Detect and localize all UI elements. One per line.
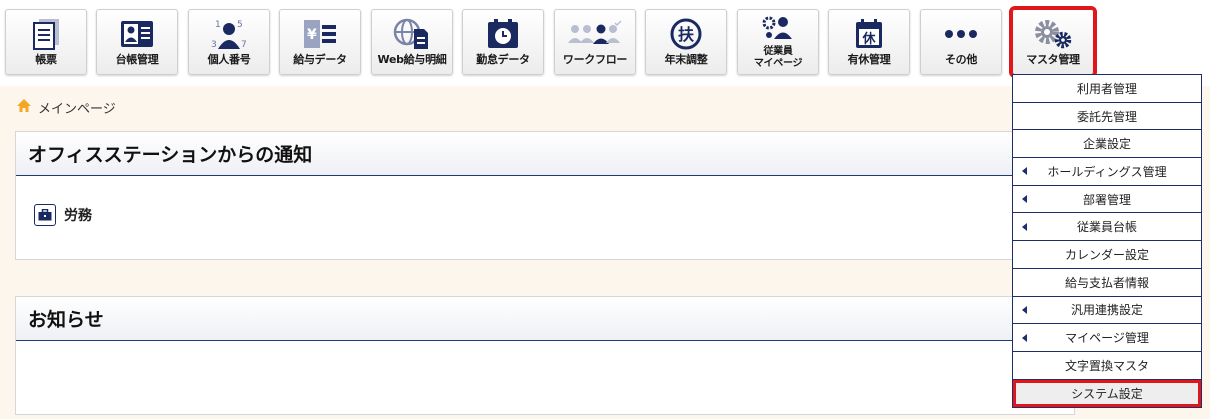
more-dots-icon [921,17,1001,51]
toolbar-button-salary-data[interactable]: ¥ 給与データ [279,9,361,75]
toolbar-button-attendance-data[interactable]: 勤怠データ [462,9,544,75]
toolbar-label: 帳票 [35,53,57,66]
clock-calendar-icon [463,17,543,51]
menu-item-employee-ledger[interactable]: 従業員台帳 [1013,213,1201,242]
breadcrumb-main-page-link[interactable]: メインページ [38,98,116,117]
toolbar-button-other[interactable]: その他 [920,9,1002,75]
toolbar-label: 個人番号 [207,53,251,66]
toolbar-label: 有休管理 [847,53,891,66]
svg-text:休: 休 [861,31,876,47]
svg-text:7: 7 [241,40,247,50]
menu-item-calendar-settings[interactable]: カレンダー設定 [1013,241,1201,269]
category-label: 労務 [64,208,92,224]
toolbar-button-workflow[interactable]: ワークフロー [554,9,636,75]
svg-text:5: 5 [237,20,243,30]
yen-list-icon: ¥ [280,17,360,51]
panel-title: オフィスステーションからの通知 [16,132,1074,176]
panel-title: お知らせ [16,297,1074,341]
svg-text:3: 3 [211,40,217,50]
toolbar-button-personal-number[interactable]: 1 5 3 7 個人番号 [188,9,270,75]
fu-kanji-circle-icon: 扶 [646,17,726,51]
document-list-icon [6,17,86,51]
id-card-icon [97,17,177,51]
menu-item-character-replacement-master[interactable]: 文字置換マスタ [1013,351,1201,380]
menu-item-department-management[interactable]: 部署管理 [1013,185,1201,214]
toolbar-label: 年末調整 [664,53,708,66]
calendar-kyu-icon: 休 [829,17,909,51]
submenu-arrow-icon [1022,222,1027,231]
toolbar-button-web-payslip[interactable]: Web給与明細 [371,9,453,75]
toolbar-button-reports[interactable]: 帳票 [5,9,87,75]
toolbar-label: 勤怠データ [476,53,530,66]
home-icon[interactable] [16,98,32,117]
submenu-arrow-icon [1022,167,1027,176]
menu-item-company-settings[interactable]: 企業設定 [1013,130,1201,159]
toolbar-label: 従業員 マイページ [753,46,803,69]
submenu-arrow-icon [1022,305,1027,314]
menu-item-system-settings[interactable]: システム設定 [1013,379,1201,408]
menu-item-contractor-management[interactable]: 委託先管理 [1013,102,1201,131]
menu-item-mypage-management[interactable]: マイページ管理 [1013,324,1201,352]
menu-item-user-management[interactable]: 利用者管理 [1013,75,1201,103]
globe-document-icon [372,17,452,51]
person-number-icon: 1 5 3 7 [189,17,269,51]
toolbar-button-year-end-adjustment[interactable]: 扶 年末調整 [645,9,727,75]
menu-item-holdings-management[interactable]: ホールディングス管理 [1013,158,1201,186]
svg-text:1: 1 [215,20,221,30]
employee-gear-icon [738,14,818,42]
master-management-menu: 利用者管理 委託先管理 企業設定 ホールディングス管理 部署管理 従業員台帳 カ… [1012,74,1202,409]
toolbar-label: マスタ管理 [1026,53,1080,66]
submenu-arrow-icon [1022,333,1027,342]
breadcrumb: メインページ [16,97,116,117]
svg-text:扶: 扶 [678,25,695,44]
menu-item-general-integration-settings[interactable]: 汎用連携設定 [1013,296,1201,325]
office-station-notice-panel: オフィスステーションからの通知 労務 [15,131,1075,260]
toolbar-button-ledger[interactable]: 台帳管理 [96,9,178,75]
gears-icon [1013,17,1093,51]
toolbar-label: 給与データ [293,53,347,66]
workflow-people-icon [555,17,635,51]
toolbar-button-paid-leave[interactable]: 休 有休管理 [828,9,910,75]
briefcase-icon [34,204,56,226]
news-panel: お知らせ [15,296,1075,415]
menu-item-salary-payer-info[interactable]: 給与支払者情報 [1013,268,1201,297]
svg-text:¥: ¥ [307,27,317,43]
submenu-arrow-icon [1022,195,1027,204]
toolbar-label: 台帳管理 [115,53,159,66]
toolbar-label: ワークフロー [562,53,628,66]
toolbar-button-employee-mypage[interactable]: 従業員 マイページ [737,9,819,75]
toolbar-button-master-management[interactable]: マスタ管理 [1009,6,1097,78]
toolbar-label: その他 [944,53,978,66]
toolbar-label: Web給与明細 [377,53,447,66]
notice-category-labor[interactable]: 労務 [34,204,92,226]
